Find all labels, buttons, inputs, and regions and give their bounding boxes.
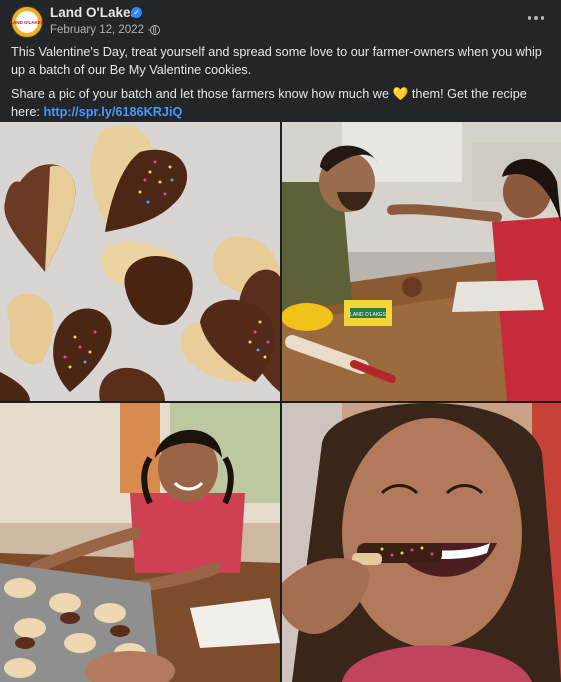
dot-icon [527,16,532,20]
globe-icon[interactable] [150,25,160,35]
yellow-heart-emoji: 💛 [392,87,409,101]
post-header: LAND O'LAKES Land O'Lakes ✓ February 12,… [0,0,561,42]
butter-box-label: LAND O'LAKES [350,312,386,318]
recipe-link[interactable]: http://spr.ly/6186KRJiQ [43,105,182,119]
page-name-link[interactable]: Land O'Lakes [50,5,138,20]
heart-cookies-photo[interactable] [0,122,280,401]
baking-sheet [452,280,544,312]
more-options-button[interactable] [523,8,549,28]
caption-text: Share a pic of your batch and let those … [11,87,393,101]
brand-logo-icon: LAND O'LAKES [10,11,44,33]
caption-paragraph-2: Share a pic of your batch and let those … [11,85,551,121]
yellow-bowl [282,303,333,331]
facebook-post: LAND O'LAKES Land O'Lakes ✓ February 12,… [0,0,561,682]
photo-grid: LAND O'LAKES [0,122,561,682]
girl-eating-cookie-photo[interactable] [282,403,561,682]
post-caption: This Valentine's Day, treat yourself and… [11,43,551,127]
page-avatar[interactable]: LAND O'LAKES [10,6,44,38]
verified-check-icon: ✓ [131,7,142,18]
dot-icon [534,16,538,20]
father-daughter-kitchen-photo[interactable]: LAND O'LAKES [282,122,561,401]
face [342,418,522,648]
caption-paragraph-1: This Valentine's Day, treat yourself and… [11,45,542,77]
girl-cookie-tray-photo[interactable] [0,403,280,682]
avatar-text: LAND O'LAKES [10,19,44,25]
post-timestamp[interactable]: February 12, 2022 · [50,24,151,36]
dot-icon [540,16,545,20]
